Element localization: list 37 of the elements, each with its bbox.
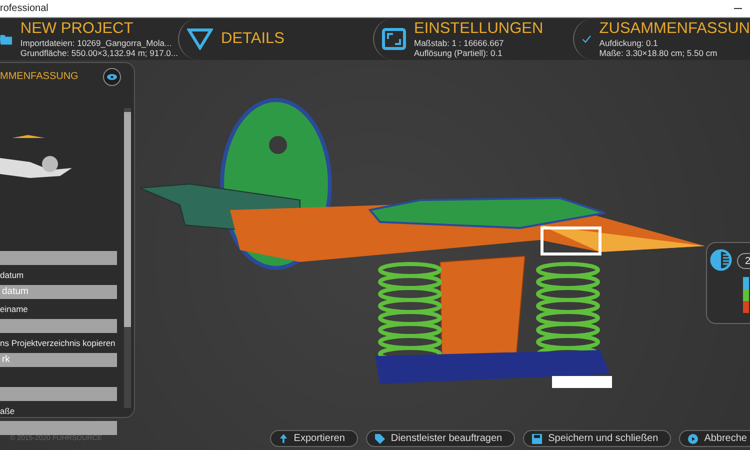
frame-icon xyxy=(382,28,406,50)
action-button[interactable]: Abbreche xyxy=(679,430,750,447)
field-label: einame xyxy=(0,303,29,316)
field-label: datum xyxy=(0,269,25,282)
lamp-icon[interactable] xyxy=(710,249,732,271)
action-button[interactable]: Exportieren xyxy=(270,430,358,447)
action-button[interactable]: Speichern und schließen xyxy=(523,430,672,447)
cancel-icon xyxy=(688,434,698,444)
minimize-icon[interactable] xyxy=(734,8,742,10)
step-title[interactable]: DETAILS xyxy=(221,30,284,48)
eye-icon xyxy=(107,74,117,80)
scrollbar-thumb[interactable] xyxy=(124,112,131,327)
step-detail: Maße: 3.30×18.80 cm; 5.50 cm xyxy=(599,48,718,58)
window-title: rofessional xyxy=(0,3,48,14)
step-detail: Auflösung (Partiell): 0.1 xyxy=(414,48,504,58)
eye-button[interactable] xyxy=(103,68,121,86)
field-label: ns Projektverzeichnis kopieren xyxy=(0,337,116,350)
scrollbar[interactable] xyxy=(124,108,131,408)
input-field[interactable] xyxy=(0,421,117,435)
step-detail: Maßstab: 1 : 16666.667 xyxy=(414,38,505,48)
input-field[interactable] xyxy=(0,251,117,265)
tag-icon xyxy=(374,434,385,444)
action-button[interactable]: Dienstleister beauftragen xyxy=(366,430,516,447)
input-field[interactable] xyxy=(0,319,117,333)
step-title[interactable]: NEW PROJECT xyxy=(20,20,178,38)
count-badge: 2 xyxy=(737,253,750,269)
step-title[interactable]: EINSTELLUNGEN xyxy=(414,20,544,38)
upload-icon xyxy=(278,434,288,443)
step-detail: Grundfläche: 550.00×3,132.94 m; 917.0... xyxy=(20,48,178,58)
step-detail: Importdateien: 10269_Gangorra_Mola... xyxy=(20,38,173,48)
color-legend-icon xyxy=(743,277,749,313)
step-title[interactable]: ZUSAMMENFASSUN xyxy=(599,20,750,38)
panel-title: MMENFASSUNG xyxy=(0,71,78,82)
input-field[interactable] xyxy=(0,387,117,401)
triangle-icon xyxy=(187,28,213,50)
field-label: aße xyxy=(0,405,16,418)
step-detail: Aufdickung: 0.1 xyxy=(599,38,659,48)
